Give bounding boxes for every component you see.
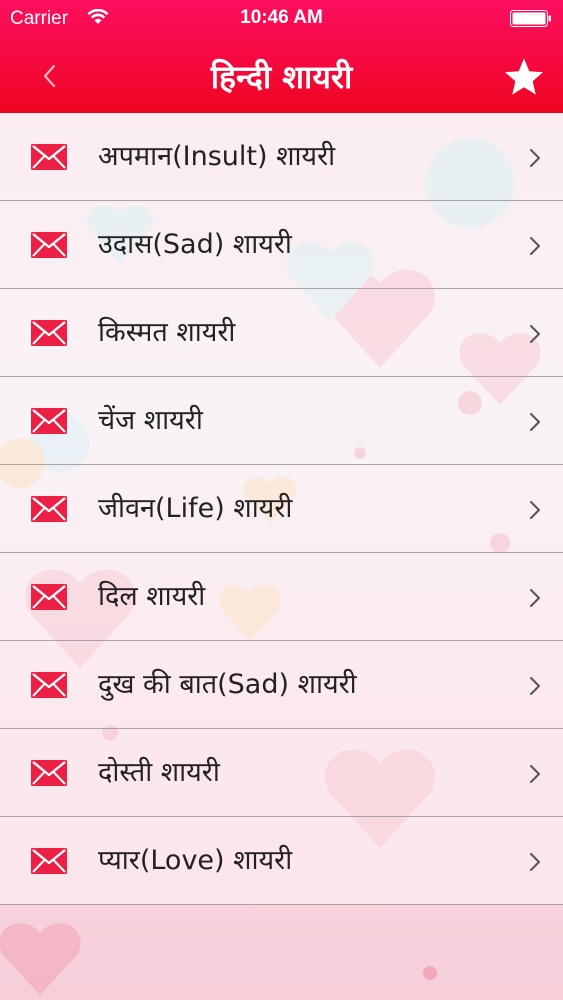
envelope-icon xyxy=(31,232,67,258)
chevron-right-icon xyxy=(530,677,540,695)
chevron-left-icon xyxy=(43,64,56,88)
list-item-label: दोस्ती शायरी xyxy=(98,757,220,788)
list-item-label: अपमान(Insult) शायरी xyxy=(98,141,336,172)
chevron-right-icon xyxy=(530,589,540,607)
envelope-icon xyxy=(31,408,67,434)
chevron-right-icon xyxy=(530,501,540,519)
chevron-right-icon xyxy=(530,853,540,871)
envelope-icon xyxy=(31,584,67,610)
list-item-label: दुख की बात(Sad) शायरी xyxy=(98,669,357,700)
list-item[interactable]: दिल शायरी xyxy=(0,553,563,641)
chevron-right-icon xyxy=(530,149,540,167)
list-item-label: दिल शायरी xyxy=(98,581,206,612)
star-icon xyxy=(505,58,543,95)
list-item[interactable]: प्यार(Love) शायरी xyxy=(0,817,563,905)
list-item[interactable]: किस्मत शायरी xyxy=(0,289,563,377)
list-item-label: जीवन(Life) शायरी xyxy=(98,493,293,524)
list-item[interactable]: चेंज शायरी xyxy=(0,377,563,465)
page-title: हिन्दी शायरी xyxy=(210,58,353,96)
list-item[interactable]: जीवन(Life) शायरी xyxy=(0,465,563,553)
envelope-icon xyxy=(31,760,67,786)
category-list-container[interactable]: अपमान(Insult) शायरी उदास(Sad) शायरी किस्मत… xyxy=(0,113,563,1000)
chevron-right-icon xyxy=(530,765,540,783)
back-button[interactable] xyxy=(30,56,70,96)
list-item-label: प्यार(Love) शायरी xyxy=(98,845,293,876)
chevron-right-icon xyxy=(530,237,540,255)
chevron-right-icon xyxy=(530,325,540,343)
list-item[interactable]: उदास(Sad) शायरी xyxy=(0,201,563,289)
envelope-icon xyxy=(31,848,67,874)
envelope-icon xyxy=(31,496,67,522)
header: Carrier 10:46 AM हिन्दी शायरी xyxy=(0,0,563,113)
clock: 10:46 AM xyxy=(240,7,323,28)
envelope-icon xyxy=(31,320,67,346)
list-item-label: चेंज शायरी xyxy=(98,405,203,436)
list-item[interactable]: दोस्ती शायरी xyxy=(0,729,563,817)
category-list: अपमान(Insult) शायरी उदास(Sad) शायरी किस्मत… xyxy=(0,113,563,905)
list-item[interactable]: दुख की बात(Sad) शायरी xyxy=(0,641,563,729)
navigation-bar: हिन्दी शायरी xyxy=(0,38,563,113)
status-bar: Carrier 10:46 AM xyxy=(0,0,563,38)
battery-icon xyxy=(510,10,551,27)
list-item-label: किस्मत शायरी xyxy=(98,317,236,348)
list-item-label: उदास(Sad) शायरी xyxy=(98,229,292,260)
envelope-icon xyxy=(31,144,67,170)
list-item[interactable]: अपमान(Insult) शायरी xyxy=(0,113,563,201)
envelope-icon xyxy=(31,672,67,698)
chevron-right-icon xyxy=(530,413,540,431)
favorites-button[interactable] xyxy=(503,56,545,98)
